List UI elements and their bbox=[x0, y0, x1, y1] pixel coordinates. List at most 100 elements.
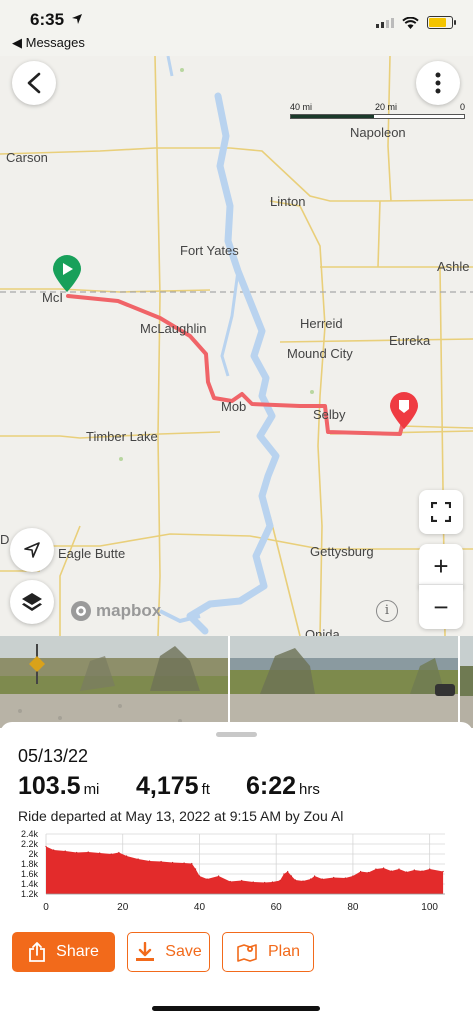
save-label: Save bbox=[165, 943, 202, 960]
city-label-linton: Linton bbox=[270, 194, 306, 209]
ride-date: 05/13/22 bbox=[18, 746, 89, 766]
elevation-point bbox=[271, 881, 273, 883]
city-label-carson: Carson bbox=[6, 150, 48, 165]
elevation-point bbox=[413, 869, 415, 871]
elevation-point bbox=[290, 875, 293, 877]
city-label-eagle-butte: Eagle Butte bbox=[58, 546, 126, 561]
cellular-signal-icon bbox=[376, 17, 394, 28]
elevation-point bbox=[442, 870, 444, 873]
x-tick-label: 100 bbox=[421, 902, 438, 912]
ride-photo-1[interactable] bbox=[0, 636, 228, 728]
x-tick-label: 40 bbox=[194, 902, 206, 912]
city-label-onida: Onida bbox=[305, 627, 340, 636]
distance-value: 103.5 bbox=[18, 772, 81, 800]
sheet-grabber[interactable] bbox=[216, 732, 257, 737]
y-tick-label: 1.6k bbox=[21, 869, 39, 879]
end-pin-icon[interactable] bbox=[389, 392, 419, 430]
zoom-in-button[interactable]: + bbox=[419, 544, 463, 588]
elevation-point bbox=[229, 880, 231, 883]
elevation-point bbox=[421, 870, 423, 872]
x-tick-label: 20 bbox=[117, 902, 129, 912]
elevation-point bbox=[160, 860, 162, 863]
photo-image bbox=[0, 636, 228, 728]
distance-stat: 103.5 mi bbox=[18, 772, 99, 801]
share-icon bbox=[29, 942, 46, 962]
city-label-mobridge: Mob bbox=[221, 399, 247, 414]
elevation-point bbox=[321, 878, 323, 880]
fullscreen-button[interactable] bbox=[419, 490, 463, 534]
status-time: 6:35 bbox=[30, 10, 83, 30]
elevation-point bbox=[218, 875, 220, 877]
elevation-point bbox=[367, 871, 369, 874]
save-button[interactable]: Save bbox=[127, 932, 210, 972]
photo-image bbox=[460, 636, 473, 728]
plan-label: Plan bbox=[267, 943, 301, 960]
map-layers-button[interactable] bbox=[10, 580, 54, 624]
elevation-point bbox=[45, 845, 47, 848]
share-label: Share bbox=[56, 943, 99, 960]
zoom-out-button[interactable]: − bbox=[419, 584, 463, 629]
elevation-value: 4,175 bbox=[136, 772, 199, 800]
info-icon[interactable]: i bbox=[376, 600, 398, 622]
back-button[interactable] bbox=[12, 61, 56, 105]
y-tick-label: 2k bbox=[28, 849, 38, 859]
city-label-partial: D bbox=[0, 532, 10, 547]
home-indicator bbox=[152, 1006, 320, 1011]
elevation-point bbox=[126, 855, 128, 857]
scale-bar bbox=[290, 114, 465, 119]
scale-label-left: 40 mi bbox=[290, 102, 313, 112]
city-label-napoleon: Napoleon bbox=[350, 125, 406, 140]
elevation-point bbox=[383, 867, 385, 869]
elevation-point bbox=[195, 868, 197, 870]
share-button[interactable]: Share bbox=[12, 932, 115, 972]
elevation-point bbox=[241, 879, 243, 882]
elevation-point bbox=[375, 868, 377, 870]
y-tick-label: 2.2k bbox=[21, 839, 39, 849]
elevation-point bbox=[110, 853, 112, 855]
download-icon bbox=[136, 942, 155, 961]
elevation-profile-chart[interactable]: 2.4k2.2k2k1.8k1.6k1.4k1.2k 0 20 40 60 80 100 bbox=[0, 828, 473, 912]
back-arrow-icon bbox=[27, 72, 41, 94]
duration-value: 6:22 bbox=[246, 772, 297, 800]
ride-photo-3[interactable] bbox=[460, 636, 473, 728]
plan-button[interactable]: Plan bbox=[222, 932, 314, 972]
elevation-point bbox=[314, 875, 316, 877]
wifi-icon bbox=[402, 16, 419, 29]
ride-photo-2[interactable] bbox=[230, 636, 458, 728]
elevation-point bbox=[87, 851, 89, 853]
elevation-point bbox=[149, 860, 151, 862]
elevation-point bbox=[198, 875, 201, 877]
elevation-point bbox=[172, 861, 174, 864]
elevation-stat: 4,175 ft bbox=[136, 772, 210, 801]
photo-image bbox=[230, 636, 458, 728]
y-tick-label: 1.2k bbox=[21, 889, 39, 899]
elevation-unit: ft bbox=[201, 781, 210, 798]
location-arrow-icon bbox=[71, 14, 82, 24]
city-label-herreid: Herreid bbox=[300, 316, 343, 331]
duration-unit: hrs bbox=[299, 781, 320, 798]
elevation-point bbox=[279, 879, 281, 882]
locate-arrow-icon bbox=[24, 542, 40, 558]
status-bar: 6:35 ◀ Messages bbox=[0, 0, 473, 56]
elevation-point bbox=[294, 879, 296, 881]
back-to-messages-link[interactable]: ◀ Messages bbox=[12, 35, 85, 51]
elevation-point bbox=[333, 876, 335, 879]
city-label-timber-lake: Timber Lake bbox=[86, 429, 158, 444]
city-label-gettysburg: Gettysburg bbox=[310, 544, 374, 559]
elevation-point bbox=[310, 878, 312, 880]
x-tick-label: 60 bbox=[271, 902, 283, 912]
start-pin-icon[interactable] bbox=[52, 255, 82, 293]
ride-photos-strip[interactable] bbox=[0, 636, 473, 728]
elevation-point bbox=[429, 868, 431, 870]
x-tick-label: 0 bbox=[43, 902, 49, 912]
more-options-button[interactable] bbox=[416, 61, 460, 105]
locate-button[interactable] bbox=[10, 528, 54, 572]
elevation-point bbox=[398, 868, 400, 870]
route-map[interactable]: Napoleon Carson Linton Fort Yates Ashle … bbox=[0, 56, 473, 636]
y-tick-label: 1.4k bbox=[21, 879, 39, 889]
ride-details-sheet: 05/13/22 103.5 mi 4,175 ft 6:22 hrs Ride de… bbox=[0, 722, 473, 1023]
elevation-point bbox=[283, 873, 285, 875]
mapbox-logo-icon bbox=[71, 601, 91, 621]
fullscreen-icon bbox=[431, 502, 451, 522]
elevation-point bbox=[191, 862, 193, 865]
